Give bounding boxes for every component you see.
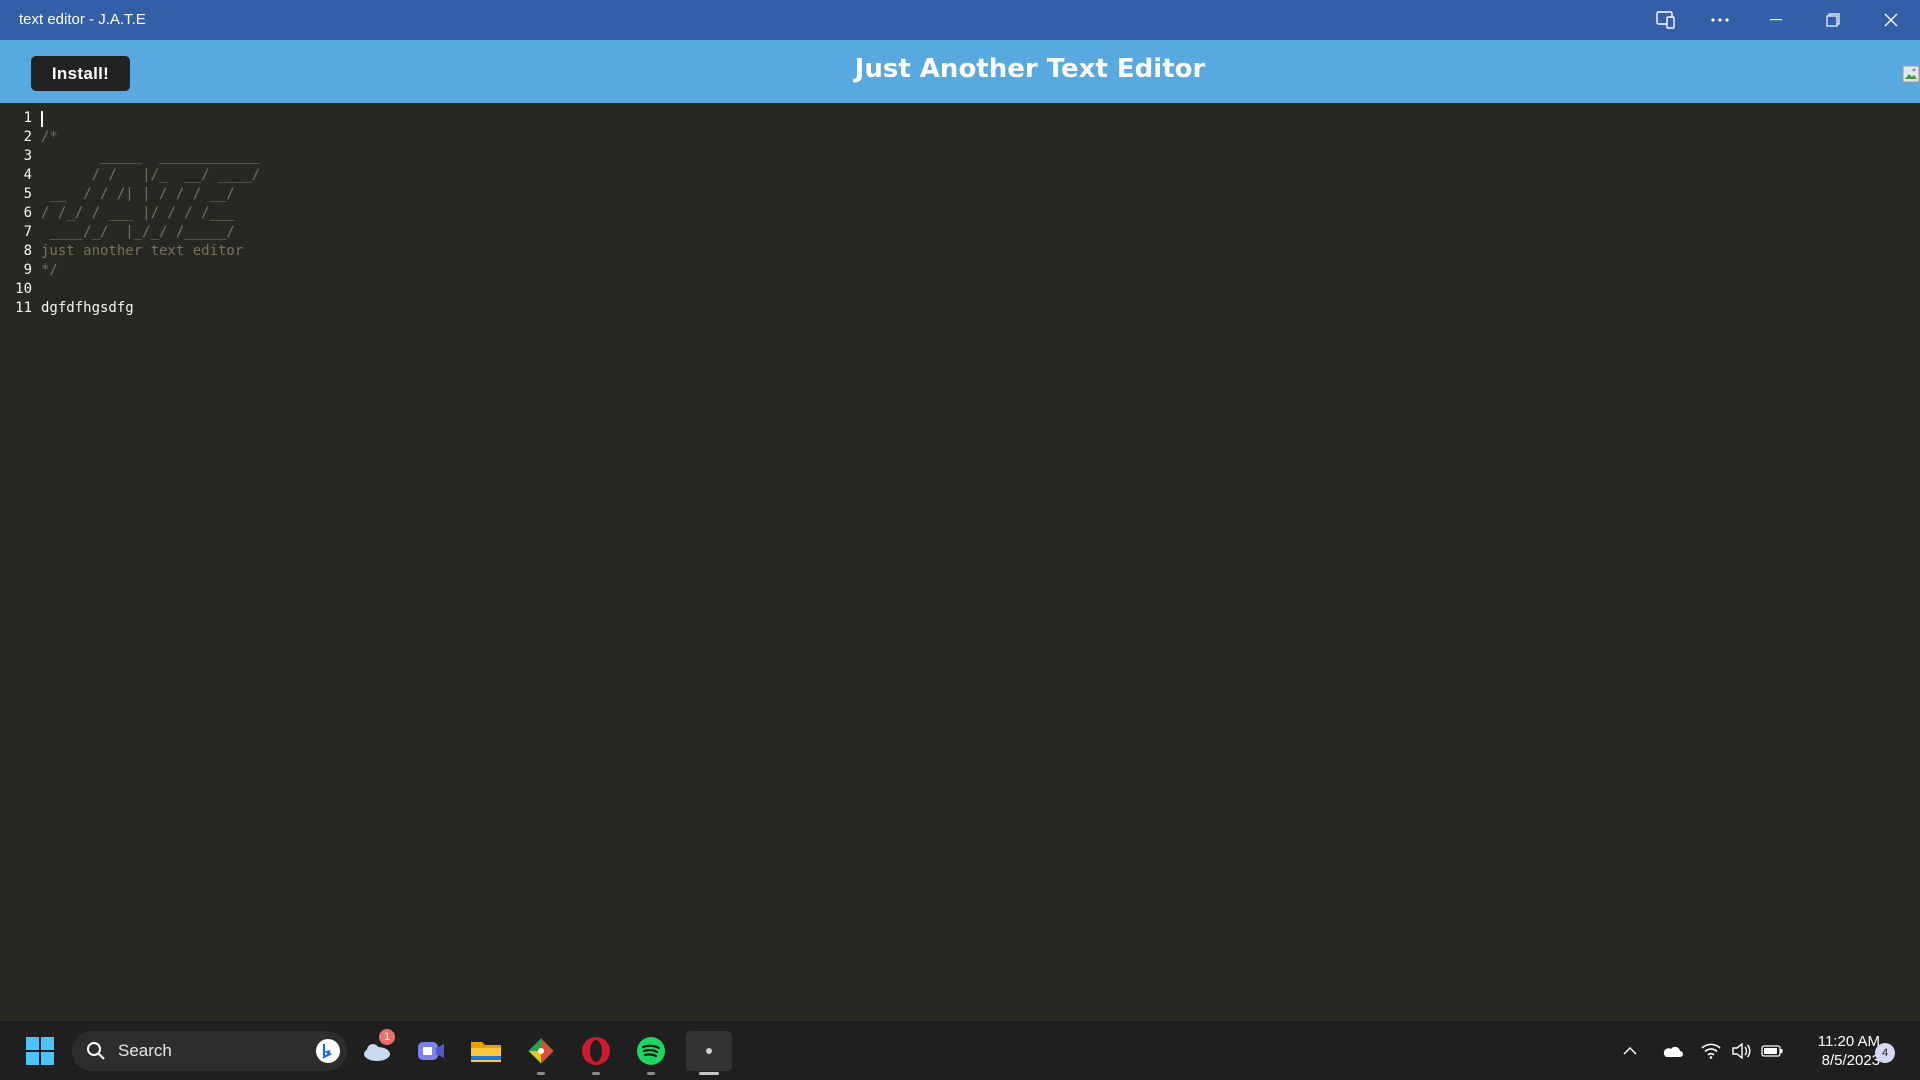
taskbar-search[interactable]: Search [72, 1031, 347, 1071]
line-text[interactable]: */ [41, 261, 58, 280]
line-number: 10 [15, 281, 32, 297]
editor-lines[interactable]: 1 2/* 3 _____ ____________ 4 / / |/_ __/ __… [0, 109, 1920, 318]
code-editor[interactable]: 1 2/* 3 _____ ____________ 4 / / |/_ __/ __… [0, 103, 1920, 1020]
spotify-icon[interactable] [631, 1031, 671, 1075]
more-options-icon[interactable] [1692, 0, 1748, 40]
editor-line[interactable]: 3 _____ ____________ [0, 147, 1920, 166]
taskbar: Search 1 11:20 AM 8/5/2023 4 [0, 1020, 1920, 1080]
editor-line[interactable]: 8 just another text editor [0, 242, 1920, 261]
editor-line[interactable]: 7 ____/_/ |_/_/ /_____/ [0, 223, 1920, 242]
notification-badge[interactable]: 4 [1875, 1043, 1895, 1063]
battery-icon[interactable] [1754, 1031, 1790, 1071]
editor-line[interactable]: 5 __ / / /| | / / / __/ [0, 185, 1920, 204]
app-header: Install! Just Another Text Editor [0, 40, 1920, 103]
running-indicator [537, 1072, 545, 1075]
line-text[interactable]: /* [41, 128, 58, 147]
line-text[interactable]: ____/_/ |_/_/ /_____/ [41, 223, 234, 242]
app-available-icon[interactable] [1638, 0, 1694, 40]
close-icon[interactable] [1863, 0, 1919, 40]
editor-line[interactable]: 9 */ [0, 261, 1920, 280]
line-text[interactable]: __ / / /| | / / / __/ [41, 185, 234, 204]
opera-icon[interactable] [576, 1031, 616, 1075]
line-text[interactable]: just another text editor [41, 242, 243, 261]
line-number: 8 [23, 243, 32, 259]
wifi-icon[interactable] [1694, 1031, 1728, 1071]
window-titlebar: text editor - J.A.T.E [0, 0, 1920, 40]
line-number: 9 [23, 262, 32, 278]
volume-icon[interactable] [1724, 1031, 1758, 1071]
jate-app-icon[interactable] [686, 1031, 732, 1075]
git-app-icon[interactable] [521, 1031, 561, 1075]
line-text[interactable]: _____ ____________ [41, 147, 260, 166]
line-number: 11 [15, 300, 32, 316]
line-number: 6 [23, 205, 32, 221]
onedrive-icon[interactable] [1654, 1031, 1690, 1071]
editor-line[interactable]: 10 [0, 280, 1920, 299]
window-title: text editor - J.A.T.E [19, 11, 146, 28]
chevron-up-icon[interactable] [1612, 1031, 1648, 1071]
weather-badge: 1 [379, 1029, 395, 1045]
line-number: 4 [23, 167, 32, 183]
app-title: Just Another Text Editor [854, 54, 1206, 84]
bing-icon[interactable] [315, 1038, 341, 1064]
weather-icon[interactable]: 1 [357, 1029, 397, 1071]
minimize-icon[interactable] [1748, 0, 1804, 40]
editor-line[interactable]: 1 [0, 109, 1920, 128]
search-icon [87, 1042, 105, 1060]
search-label: Search [118, 1041, 172, 1060]
line-number: 3 [23, 148, 32, 164]
clock[interactable]: 11:20 AM 8/5/2023 [1790, 1032, 1880, 1070]
running-indicator [592, 1072, 600, 1075]
line-text[interactable]: dgfdfhgsdfg [41, 299, 134, 318]
file-explorer-icon[interactable] [466, 1031, 506, 1071]
text-cursor [41, 111, 43, 127]
start-windows-icon[interactable] [20, 1031, 60, 1071]
active-indicator [699, 1072, 719, 1075]
teams-meet-icon[interactable] [411, 1031, 451, 1071]
editor-line[interactable]: 4 / / |/_ __/ ____/ [0, 166, 1920, 185]
line-text[interactable]: / /_/ / ___ |/ / / /___ [41, 204, 235, 223]
broken-image-icon [1902, 64, 1920, 84]
line-number: 7 [23, 224, 32, 240]
line-number: 2 [23, 129, 32, 145]
editor-line[interactable]: 6 / /_/ / ___ |/ / / /___ [0, 204, 1920, 223]
running-indicator [647, 1072, 655, 1075]
line-number: 1 [23, 110, 32, 126]
editor-line[interactable]: 11 dgfdfhgsdfg [0, 299, 1920, 318]
restore-icon[interactable] [1805, 0, 1861, 40]
clock-date: 8/5/2023 [1821, 1052, 1880, 1069]
editor-line[interactable]: 2 /* [0, 128, 1920, 147]
line-text[interactable]: / / |/_ __/ ____/ [41, 166, 261, 185]
line-number: 5 [23, 186, 32, 202]
clock-time: 11:20 AM [1817, 1033, 1880, 1050]
